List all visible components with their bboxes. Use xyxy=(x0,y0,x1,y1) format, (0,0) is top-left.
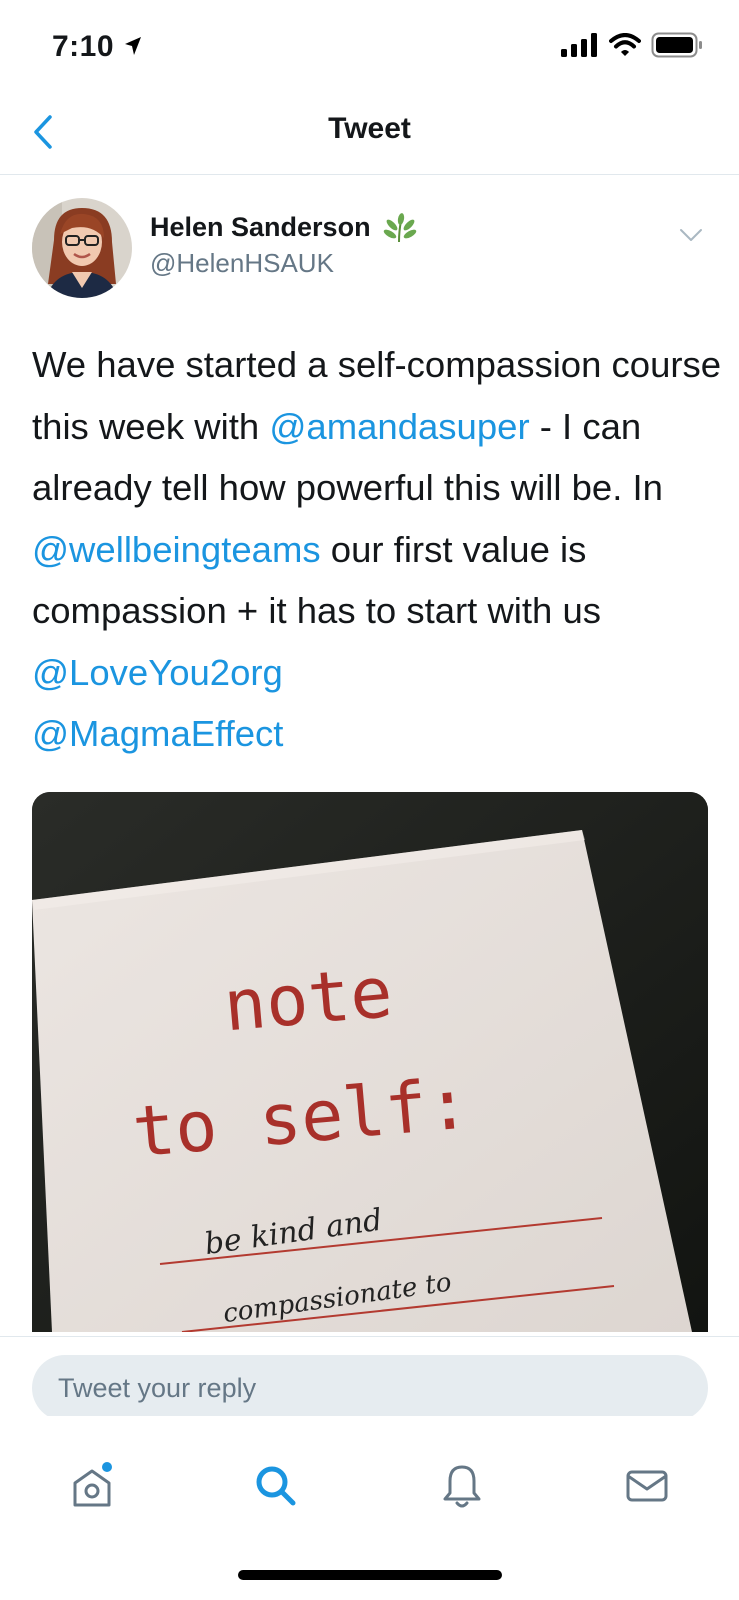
location-arrow-icon xyxy=(124,37,141,55)
search-icon xyxy=(256,1466,296,1506)
cellular-signal-icon xyxy=(561,33,597,57)
note-to-self-photo: note to self: be kind and compassionate … xyxy=(32,792,708,1332)
mention-link[interactable]: @wellbeingteams xyxy=(32,529,321,570)
wifi-icon xyxy=(609,33,641,56)
status-time-label: 7:10 xyxy=(52,30,115,63)
author-name[interactable]: Helen Sanderson xyxy=(150,212,417,243)
mention-link[interactable]: @amandasuper xyxy=(269,406,529,447)
tweet-text: We have started a self-compassion course… xyxy=(32,334,722,765)
photo-text-line1: note xyxy=(220,951,395,1047)
chevron-down-icon xyxy=(680,229,702,241)
tab-home[interactable] xyxy=(62,1456,122,1516)
mention-link[interactable]: @LoveYou2org xyxy=(32,652,283,693)
navigation-bar: Tweet xyxy=(0,92,739,175)
notification-dot xyxy=(102,1462,112,1472)
author-name-label: Helen Sanderson xyxy=(150,212,371,242)
messages-icon xyxy=(626,1470,668,1502)
author-handle[interactable]: @HelenHSAUK xyxy=(150,248,334,279)
home-indicator xyxy=(238,1570,502,1580)
tweet-media-image[interactable]: note to self: be kind and compassionate … xyxy=(32,792,708,1332)
tweet-options-button[interactable] xyxy=(673,216,709,252)
status-icons xyxy=(561,32,703,58)
reply-bar xyxy=(0,1336,739,1421)
leaf-icon xyxy=(383,212,416,242)
avatar[interactable] xyxy=(32,198,132,298)
status-time: 7:10 xyxy=(52,30,143,64)
tab-search[interactable] xyxy=(246,1456,306,1516)
page-title: Tweet xyxy=(328,112,411,145)
battery-icon xyxy=(651,32,702,58)
tab-messages[interactable] xyxy=(617,1456,677,1516)
tab-notifications[interactable] xyxy=(432,1456,492,1516)
notifications-icon xyxy=(443,1465,481,1508)
home-icon xyxy=(73,1462,112,1507)
status-bar: 7:10 xyxy=(0,0,739,92)
tab-bar xyxy=(0,1416,739,1600)
mention-link[interactable]: @MagmaEffect xyxy=(32,713,283,754)
reply-input[interactable] xyxy=(32,1355,708,1421)
avatar-photo xyxy=(32,198,132,298)
